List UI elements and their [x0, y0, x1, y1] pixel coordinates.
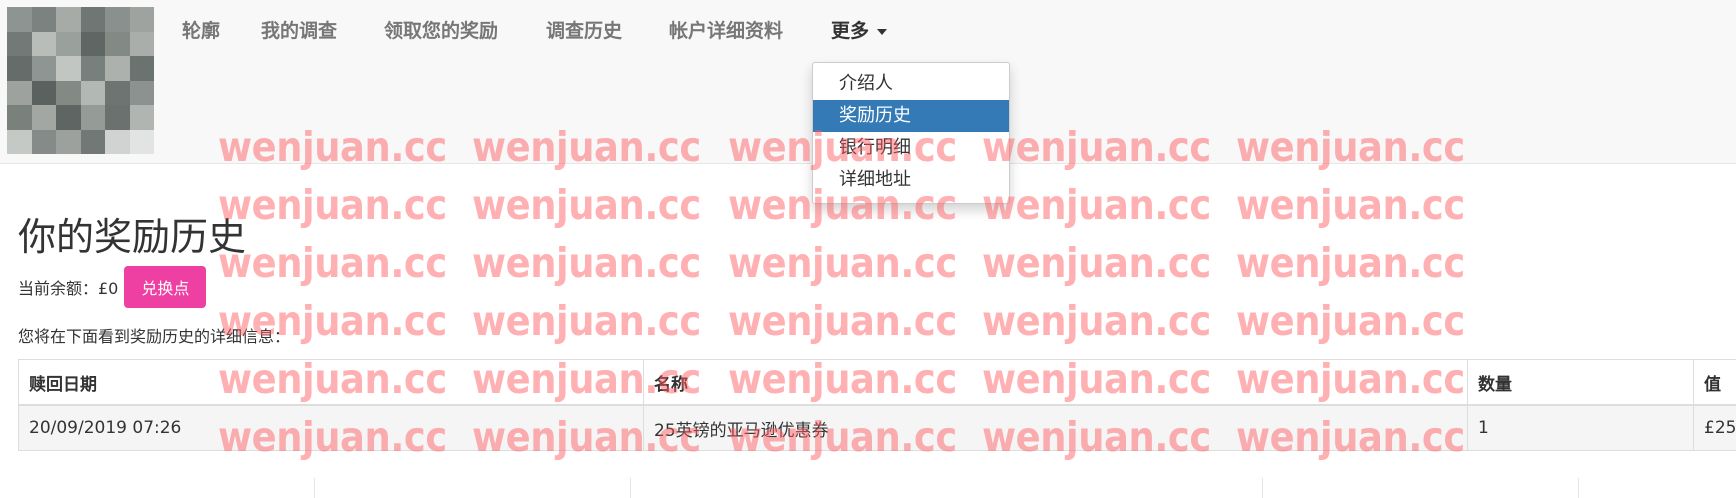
logo-tile [129, 129, 154, 154]
logo-tile [105, 80, 130, 105]
logo-tile [129, 105, 154, 130]
logo-tile [7, 31, 32, 56]
redeem-points-button[interactable]: 兑换点 [124, 266, 207, 308]
nav-more-toggle[interactable]: 更多 [831, 16, 888, 43]
header-value: 值 [1693, 360, 1736, 404]
header-redeem-date: 赎回日期 [29, 374, 97, 395]
caret-down-icon [877, 28, 888, 35]
logo-tile [80, 80, 105, 105]
watermark-text: wenjuan.cc [1236, 181, 1465, 229]
table-row: 20/09/2019 07:26 25英镑的亚马逊优惠券 1 £25 [19, 406, 1736, 450]
watermark-text: wenjuan.cc [982, 297, 1211, 345]
page: 轮廓 我的调查 领取您的奖励 调查历史 帐户详细资料 更多 介绍人 奖励历史 银… [0, 0, 1736, 498]
watermark-text: wenjuan.cc [472, 181, 701, 229]
logo-tile [80, 56, 105, 81]
cell-name: 25英镑的亚马逊优惠券 [643, 406, 1467, 450]
dropdown-item-referrer[interactable]: 介绍人 [813, 68, 1009, 100]
balance-label: 当前余额：£0 [18, 279, 119, 298]
logo-tile [56, 7, 81, 32]
logo-tile [129, 80, 154, 105]
logo-tile [7, 56, 32, 81]
watermark-text: wenjuan.cc [472, 297, 701, 345]
pixelated-logo[interactable] [7, 7, 154, 154]
logo-tile [31, 31, 56, 56]
nav-account-details[interactable]: 帐户详细资料 [669, 16, 783, 43]
header-quantity: 数量 [1467, 360, 1693, 404]
header-name: 名称 [643, 360, 1467, 404]
cell-value: £25 [1693, 406, 1736, 450]
divider [314, 478, 315, 498]
watermark-text: wenjuan.cc [982, 239, 1211, 287]
reward-history-table: 赎回日期 名称 数量 值 20/09/2019 07:26 25英镑的亚马逊优惠… [18, 359, 1736, 451]
logo-tile [80, 31, 105, 56]
logo-tile [56, 129, 81, 154]
nav-profile[interactable]: 轮廓 [182, 16, 220, 43]
logo-tile [105, 129, 130, 154]
dropdown-item-address[interactable]: 详细地址 [813, 164, 1009, 196]
logo-tile [31, 56, 56, 81]
logo-tile [105, 56, 130, 81]
more-dropdown-menu: 介绍人 奖励历史 银行明细 详细地址 [812, 62, 1010, 204]
divider [1262, 478, 1263, 498]
logo-tile [56, 105, 81, 130]
logo-tile [105, 105, 130, 130]
logo-tile [80, 129, 105, 154]
divider [1578, 478, 1579, 498]
logo-tile [56, 80, 81, 105]
logo-tile [31, 80, 56, 105]
cell-redeem-date: 20/09/2019 07:26 [29, 418, 182, 438]
balance-row: 当前余额：£0 兑换点 [18, 266, 207, 308]
table-header-row: 赎回日期 名称 数量 值 [19, 360, 1736, 406]
divider [630, 478, 631, 498]
watermark-text: wenjuan.cc [1236, 239, 1465, 287]
dropdown-item-reward-history[interactable]: 奖励历史 [813, 100, 1009, 132]
logo-tile [56, 56, 81, 81]
logo-tile [31, 129, 56, 154]
nav-claim-rewards[interactable]: 领取您的奖励 [384, 16, 498, 43]
logo-tile [56, 31, 81, 56]
watermark-text: wenjuan.cc [218, 239, 447, 287]
logo-tile [129, 31, 154, 56]
watermark-text: wenjuan.cc [472, 239, 701, 287]
watermark-text: wenjuan.cc [1236, 297, 1465, 345]
cell-quantity: 1 [1467, 406, 1693, 450]
page-title: 你的奖励历史 [18, 215, 247, 259]
logo-tile [80, 7, 105, 32]
nav-survey-history[interactable]: 调查历史 [546, 16, 622, 43]
logo-tile [129, 56, 154, 81]
logo-tile [31, 105, 56, 130]
logo-tile [7, 7, 32, 32]
nav-more-label: 更多 [831, 20, 870, 42]
logo-tile [129, 7, 154, 32]
watermark-text: wenjuan.cc [728, 239, 957, 287]
logo-tile [105, 31, 130, 56]
logo-tile [7, 105, 32, 130]
watermark-text: wenjuan.cc [218, 181, 447, 229]
info-text: 您将在下面看到奖励历史的详细信息： [18, 327, 291, 346]
logo-tile [31, 7, 56, 32]
dropdown-item-bank-details[interactable]: 银行明细 [813, 132, 1009, 164]
watermark-text: wenjuan.cc [728, 297, 957, 345]
logo-tile [105, 7, 130, 32]
logo-tile [80, 105, 105, 130]
watermark-text: wenjuan.cc [982, 181, 1211, 229]
logo-tile [7, 129, 32, 154]
logo-tile [7, 80, 32, 105]
nav-my-surveys[interactable]: 我的调查 [261, 16, 337, 43]
